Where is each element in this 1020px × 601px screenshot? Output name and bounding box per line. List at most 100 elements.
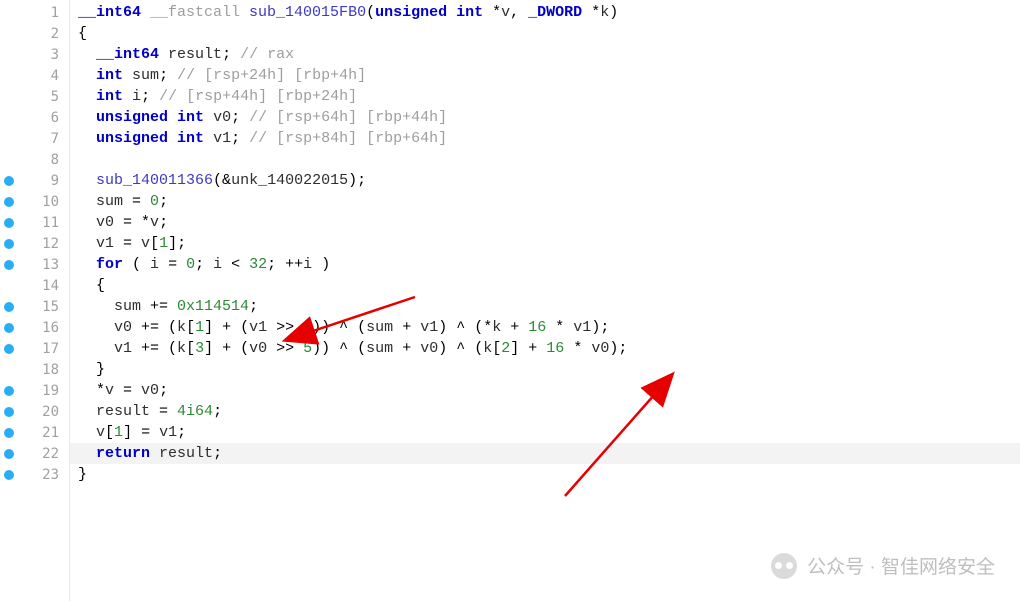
token-kw: int	[96, 67, 123, 84]
token-punc: <	[222, 256, 249, 273]
token-punc: ] =	[123, 424, 159, 441]
code-line[interactable]: __int64 result; // rax	[70, 44, 1020, 65]
gutter-row[interactable]: 16	[0, 317, 69, 338]
code-line[interactable]: sum += 0x114514;	[70, 296, 1020, 317]
code-line[interactable]: sub_140011366(&unk_140022015);	[70, 170, 1020, 191]
token-punc	[78, 340, 114, 357]
token-var: v	[141, 235, 150, 252]
gutter-row[interactable]: 21	[0, 422, 69, 443]
gutter-row[interactable]: 19	[0, 380, 69, 401]
token-cmt: // [rsp+44h] [rbp+24h]	[159, 88, 357, 105]
token-punc: ] + (	[204, 319, 249, 336]
gutter-row[interactable]: 11	[0, 212, 69, 233]
breakpoint-dot[interactable]	[4, 176, 14, 186]
breakpoint-dot[interactable]	[4, 470, 14, 480]
token-punc: );	[609, 340, 627, 357]
gutter-row[interactable]: 3	[0, 44, 69, 65]
breakpoint-dot[interactable]	[4, 323, 14, 333]
code-line[interactable]: v1 = v[1];	[70, 233, 1020, 254]
gutter-row[interactable]: 8	[0, 149, 69, 170]
breakpoint-dot[interactable]	[4, 260, 14, 270]
token-num: 0	[186, 256, 195, 273]
token-punc: =	[114, 235, 141, 252]
token-punc: ;	[177, 424, 186, 441]
gutter-row[interactable]: 13	[0, 254, 69, 275]
breakpoint-dot[interactable]	[4, 197, 14, 207]
gutter-row[interactable]: 10	[0, 191, 69, 212]
token-punc: ;	[222, 46, 240, 63]
code-line[interactable]: }	[70, 359, 1020, 380]
token-punc: )) ^ (	[312, 340, 366, 357]
breakpoint-dot[interactable]	[4, 386, 14, 396]
breakpoint-dot[interactable]	[4, 344, 14, 354]
code-line[interactable]: {	[70, 23, 1020, 44]
code-line[interactable]: for ( i = 0; i < 32; ++i )	[70, 254, 1020, 275]
token-var: v	[501, 4, 510, 21]
code-line[interactable]: v0 += (k[1] + (v1 >> 5)) ^ (sum + v1) ^ …	[70, 317, 1020, 338]
gutter-row[interactable]: 1	[0, 2, 69, 23]
token-var: v0	[420, 340, 438, 357]
breakpoint-dot[interactable]	[4, 407, 14, 417]
gutter-row[interactable]: 2	[0, 23, 69, 44]
code-line[interactable]: sum = 0;	[70, 191, 1020, 212]
token-var: i	[150, 256, 159, 273]
code-line[interactable]: {	[70, 275, 1020, 296]
token-punc: >>	[267, 340, 303, 357]
gutter-row[interactable]: 20	[0, 401, 69, 422]
token-var: sum	[132, 67, 159, 84]
gutter-row[interactable]: 5	[0, 86, 69, 107]
token-var: result	[96, 403, 150, 420]
token-cmt: // [rsp+84h] [rbp+64h]	[249, 130, 447, 147]
gutter-row[interactable]: 22	[0, 443, 69, 464]
gutter-row[interactable]: 17	[0, 338, 69, 359]
breakpoint-dot[interactable]	[4, 428, 14, 438]
token-punc: )	[609, 4, 618, 21]
gutter-row[interactable]: 4	[0, 65, 69, 86]
token-var: sum	[114, 298, 141, 315]
line-number: 21	[42, 425, 59, 441]
code-line[interactable]	[70, 149, 1020, 170]
code-line[interactable]: v0 = *v;	[70, 212, 1020, 233]
gutter-row[interactable]: 6	[0, 107, 69, 128]
code-line[interactable]: __int64 __fastcall sub_140015FB0(unsigne…	[70, 2, 1020, 23]
token-var: result	[168, 46, 222, 63]
token-punc: ;	[159, 214, 168, 231]
token-hex: 0x114514	[177, 298, 249, 315]
code-line[interactable]: int i; // [rsp+44h] [rbp+24h]	[70, 86, 1020, 107]
gutter-row[interactable]: 12	[0, 233, 69, 254]
token-punc: *	[492, 4, 501, 21]
code-line[interactable]: unsigned int v0; // [rsp+64h] [rbp+44h]	[70, 107, 1020, 128]
breakpoint-dot[interactable]	[4, 239, 14, 249]
gutter-row[interactable]: 9	[0, 170, 69, 191]
code-line[interactable]: result = 4i64;	[70, 401, 1020, 422]
code-line[interactable]: }	[70, 464, 1020, 485]
code-line[interactable]: int sum; // [rsp+24h] [rbp+4h]	[70, 65, 1020, 86]
token-punc	[123, 67, 132, 84]
code-line[interactable]: return result;	[70, 443, 1020, 464]
token-punc: }	[78, 361, 105, 378]
code-area[interactable]: __int64 __fastcall sub_140015FB0(unsigne…	[70, 0, 1020, 601]
wechat-icon	[771, 553, 797, 579]
token-punc	[204, 109, 213, 126]
token-var: v1	[96, 235, 114, 252]
token-punc	[78, 88, 96, 105]
gutter-row[interactable]: 15	[0, 296, 69, 317]
gutter-row[interactable]: 7	[0, 128, 69, 149]
breakpoint-dot[interactable]	[4, 302, 14, 312]
code-line[interactable]: v1 += (k[3] + (v0 >> 5)) ^ (sum + v0) ^ …	[70, 338, 1020, 359]
token-punc: [	[150, 235, 159, 252]
code-line[interactable]: *v = v0;	[70, 380, 1020, 401]
token-punc: ;	[231, 130, 249, 147]
line-number: 9	[51, 173, 59, 189]
code-line[interactable]: unsigned int v1; // [rsp+84h] [rbp+64h]	[70, 128, 1020, 149]
gutter-row[interactable]: 14	[0, 275, 69, 296]
breakpoint-dot[interactable]	[4, 218, 14, 228]
token-var: v0	[213, 109, 231, 126]
decompiler-view[interactable]: 1234567891011121314151617181920212223 __…	[0, 0, 1020, 601]
gutter-row[interactable]: 18	[0, 359, 69, 380]
token-num: 3	[195, 340, 204, 357]
gutter-row[interactable]: 23	[0, 464, 69, 485]
token-punc: ] +	[510, 340, 546, 357]
breakpoint-dot[interactable]	[4, 449, 14, 459]
code-line[interactable]: v[1] = v1;	[70, 422, 1020, 443]
